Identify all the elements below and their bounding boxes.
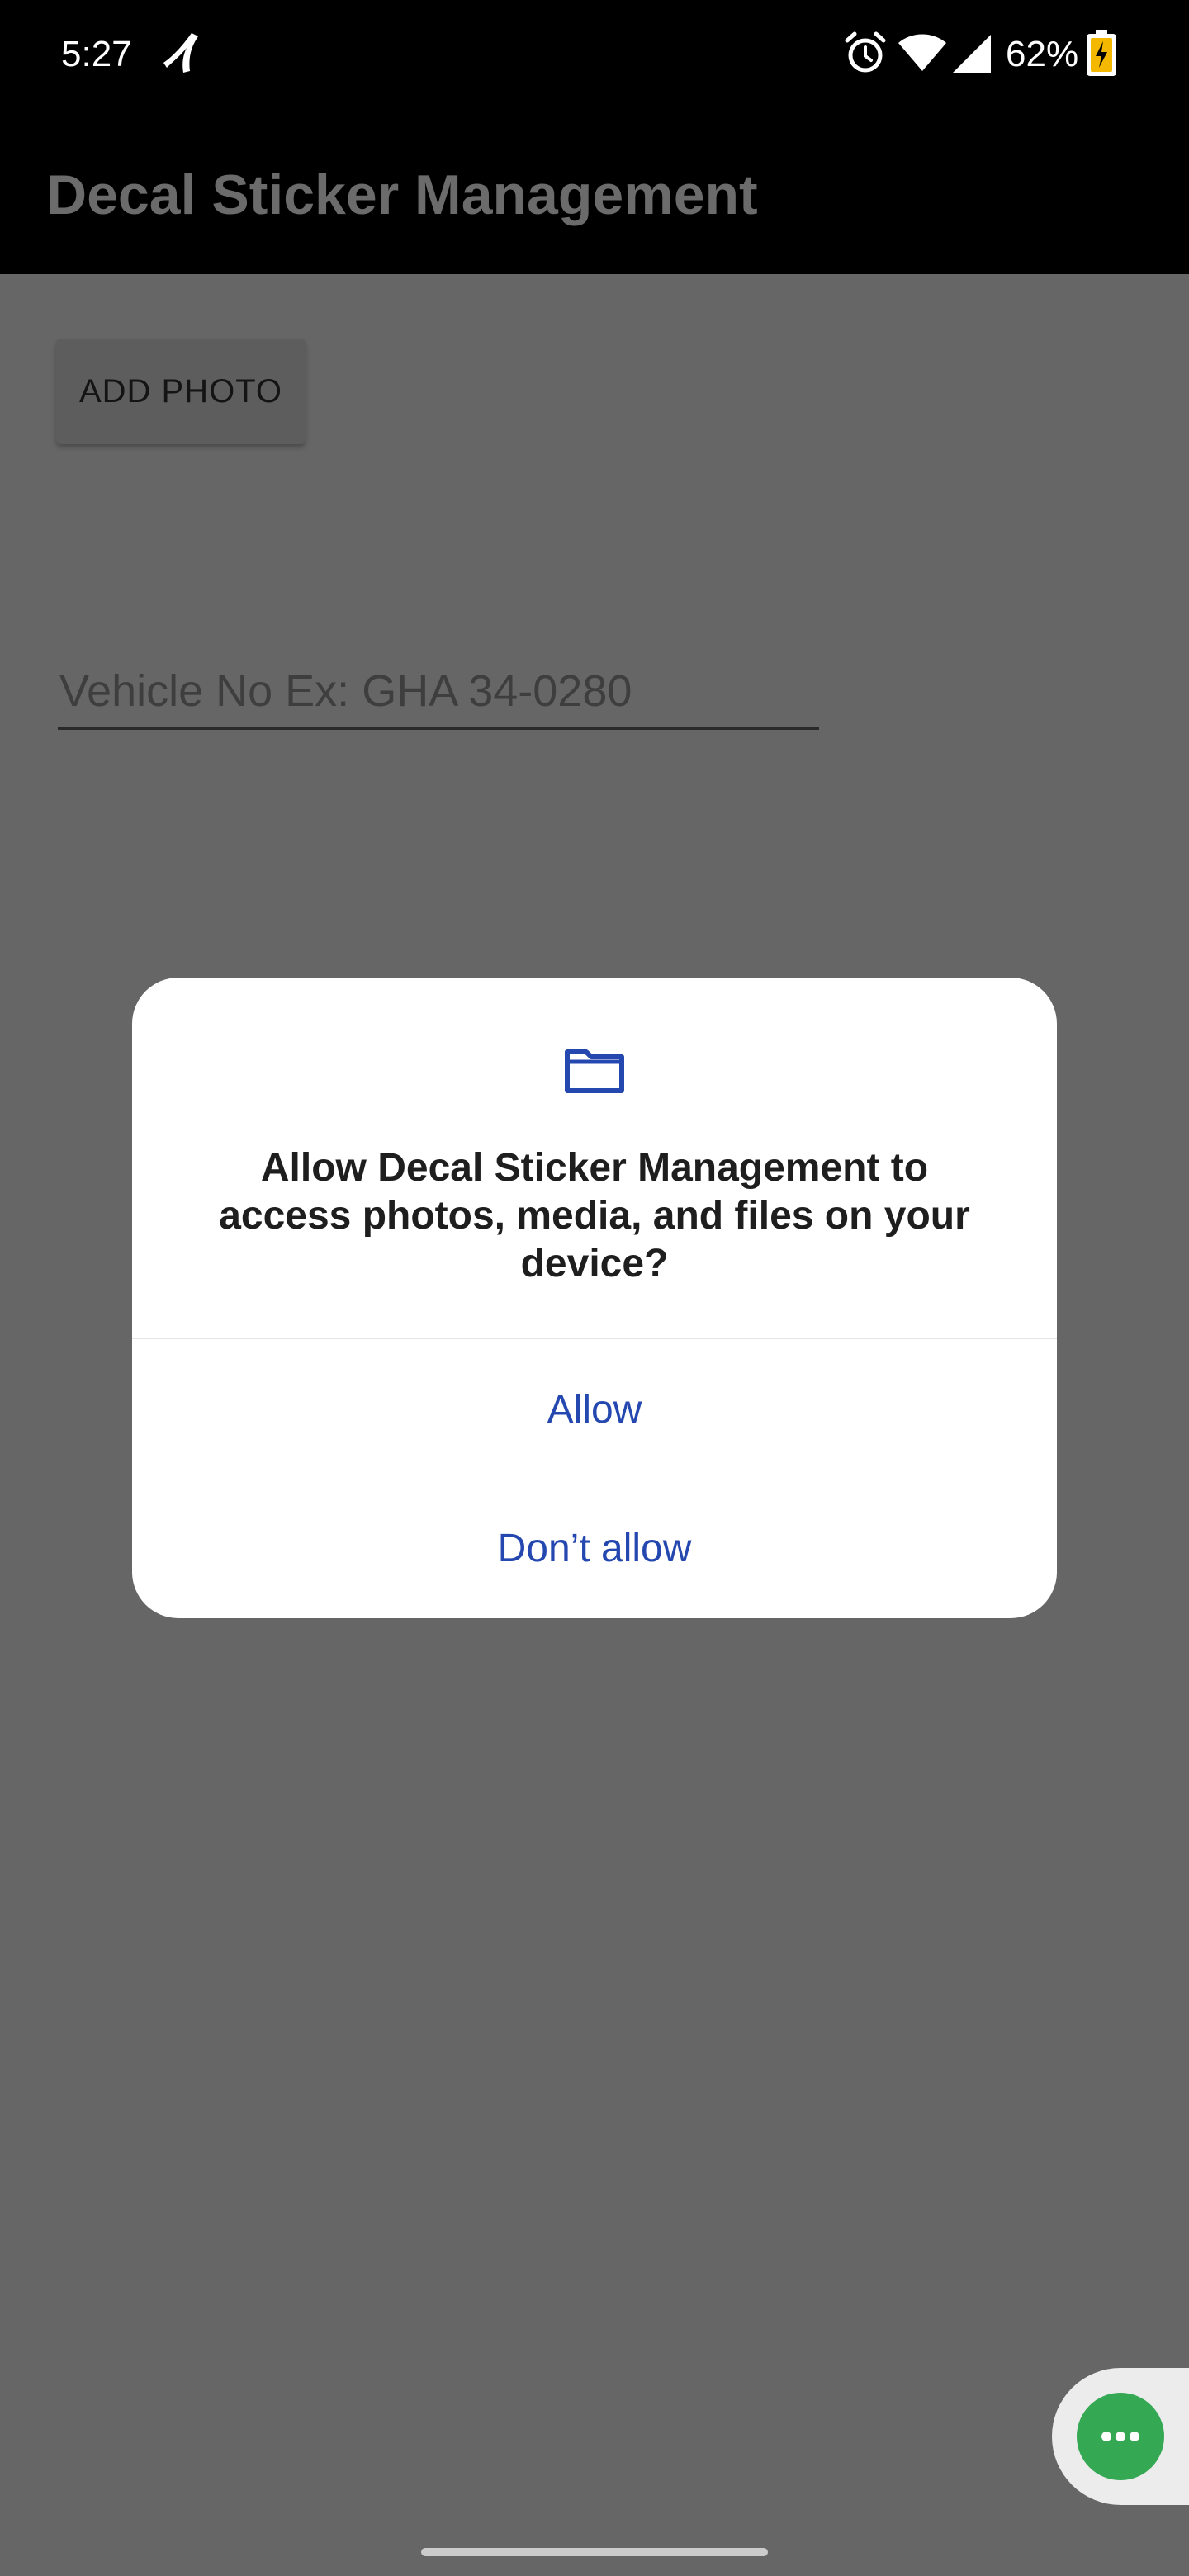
vehicle-number-input[interactable] bbox=[58, 661, 819, 730]
floating-bubble-button[interactable] bbox=[1077, 2393, 1164, 2480]
allow-button[interactable]: Allow bbox=[132, 1347, 1057, 1471]
app-title: Decal Sticker Management bbox=[46, 163, 758, 226]
dialog-divider bbox=[132, 1338, 1057, 1339]
alarm-icon bbox=[845, 31, 886, 73]
signal-icon bbox=[953, 35, 991, 73]
app-bar: Decal Sticker Management bbox=[0, 107, 1189, 274]
add-photo-button[interactable]: ADD PHOTO bbox=[56, 339, 306, 444]
floating-bubble-tray bbox=[1052, 2368, 1189, 2505]
status-time: 5:27 bbox=[61, 34, 132, 74]
more-horizontal-icon bbox=[1101, 2432, 1139, 2441]
folder-icon bbox=[565, 1049, 624, 1093]
dont-allow-button[interactable]: Don’t allow bbox=[132, 1486, 1057, 1610]
battery-percent: 62% bbox=[1006, 34, 1079, 74]
carrier-icon bbox=[163, 33, 198, 73]
status-bar: 5:27 62% bbox=[0, 0, 1189, 107]
gesture-navigation-bar[interactable] bbox=[421, 2548, 768, 2556]
wifi-icon bbox=[898, 34, 946, 71]
dialog-message: Allow Decal Sticker Management to access… bbox=[219, 1146, 970, 1286]
permission-dialog: Allow Decal Sticker Management to access… bbox=[132, 978, 1057, 1618]
battery-charging-icon bbox=[1087, 30, 1116, 76]
